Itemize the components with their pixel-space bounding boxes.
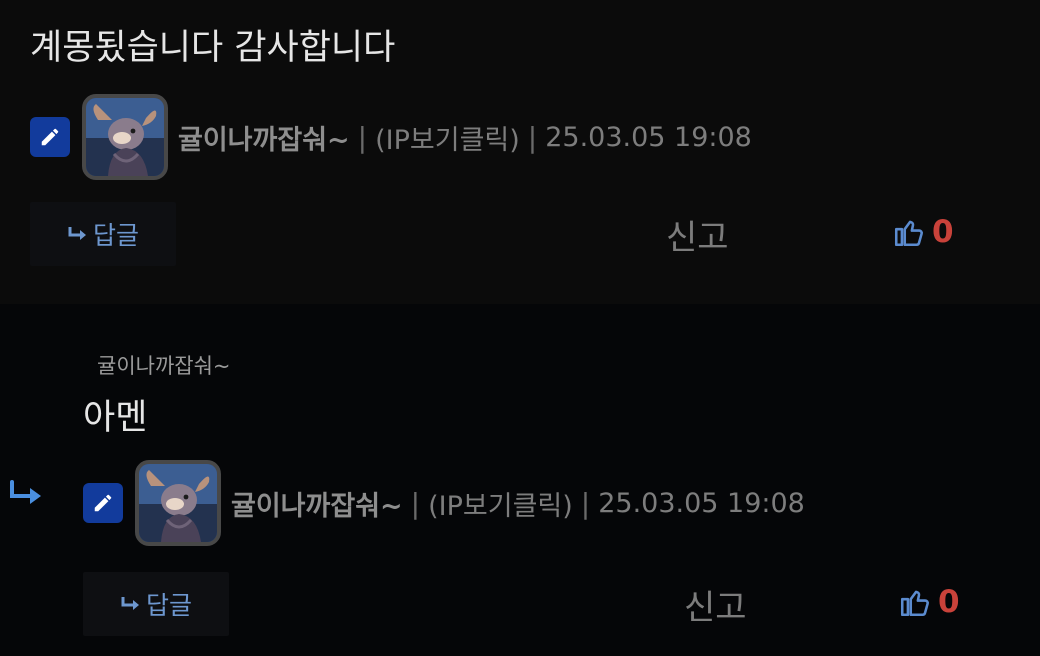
author-nickname[interactable]: 귤이나까잡숴~	[231, 484, 403, 523]
comment-timestamp: 25.03.05 19:08	[598, 487, 805, 519]
report-button[interactable]: 신고	[684, 580, 747, 629]
ip-view-link[interactable]: (IP보기클릭)	[428, 484, 573, 523]
comment-body: 아멘	[83, 398, 148, 438]
author-nickname[interactable]: 귤이나까잡숴~	[178, 118, 350, 157]
thumbs-up-icon	[900, 590, 929, 617]
comment-body: 계몽됬습니다 감사합니다	[30, 28, 396, 68]
reply-comment-item: 귤이나까잡숴~ 아멘 귤이나까잡숴~ | (IP보기클릭) | 25.03.05…	[0, 304, 1040, 656]
ip-view-link[interactable]: (IP보기클릭)	[375, 118, 520, 157]
avatar[interactable]	[135, 460, 221, 546]
meta-separator: |	[410, 486, 421, 520]
comment-meta: 귤이나까잡숴~ | (IP보기클릭) | 25.03.05 19:08	[83, 460, 805, 546]
like-count: 0	[938, 584, 960, 620]
like-button[interactable]: 0	[892, 214, 954, 250]
report-button[interactable]: 신고	[666, 210, 729, 259]
reply-button[interactable]: 답글	[83, 572, 229, 636]
avatar[interactable]	[82, 94, 168, 180]
reply-arrow-icon	[121, 597, 139, 610]
pencil-icon	[30, 117, 70, 157]
meta-separator: |	[357, 120, 368, 154]
nested-reply-arrow-icon	[10, 480, 41, 504]
thumbs-up-icon	[894, 220, 923, 247]
reply-mention: 귤이나까잡숴~	[97, 354, 231, 378]
reply-button-label: 답글	[92, 221, 139, 250]
pencil-icon	[83, 483, 123, 523]
meta-separator: |	[580, 486, 591, 520]
reply-button-label: 답글	[145, 591, 192, 620]
comment-timestamp: 25.03.05 19:08	[545, 121, 752, 153]
comment-item: 계몽됬습니다 감사합니다 귤이나까잡숴~ | (IP보기클릭) | 25.03.…	[0, 0, 1040, 304]
reply-arrow-icon	[68, 227, 86, 240]
reply-button[interactable]: 답글	[30, 202, 176, 266]
like-button[interactable]: 0	[898, 584, 960, 620]
meta-separator: |	[527, 120, 538, 154]
like-count: 0	[932, 214, 954, 250]
comment-meta: 귤이나까잡숴~ | (IP보기클릭) | 25.03.05 19:08	[30, 94, 752, 180]
